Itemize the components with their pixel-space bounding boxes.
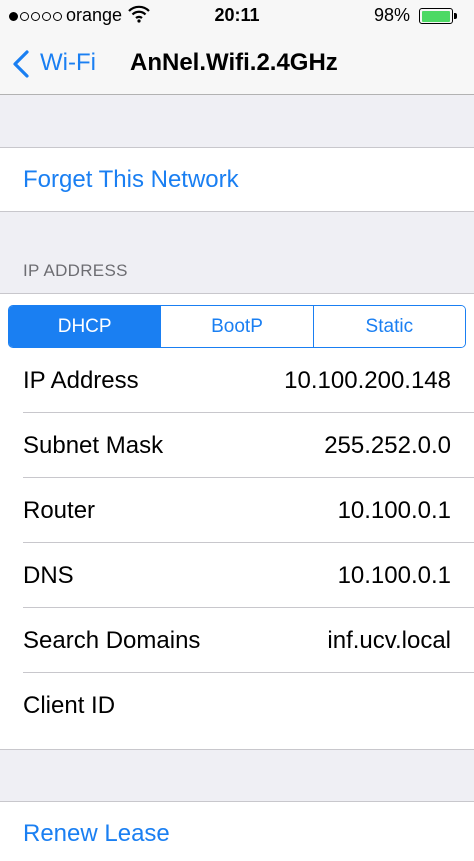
segment-static[interactable]: Static xyxy=(312,306,465,347)
renew-lease-button[interactable]: Renew Lease xyxy=(23,820,170,848)
ip-mode-segmented-control: DHCP BootP Static xyxy=(8,305,466,348)
battery-tip xyxy=(454,13,457,19)
ip-address-section-header: IP ADDRESS xyxy=(23,261,128,280)
chevron-left-icon[interactable] xyxy=(11,49,31,79)
subnet-mask-label: Subnet Mask xyxy=(23,432,164,459)
ip-address-value: 10.100.200.148 xyxy=(284,367,451,394)
forget-network-button[interactable]: Forget This Network xyxy=(23,166,239,194)
client-id-row[interactable]: Client ID xyxy=(0,673,474,738)
back-button[interactable]: Wi-Fi xyxy=(40,49,96,77)
search-domains-value: inf.ucv.local xyxy=(327,627,451,654)
search-domains-label: Search Domains xyxy=(23,627,201,654)
battery-percent: 98% xyxy=(374,5,411,25)
router-label: Router xyxy=(23,497,96,524)
subnet-mask-row[interactable]: Subnet Mask 255.252.0.0 xyxy=(0,413,474,478)
search-domains-row[interactable]: Search Domains inf.ucv.local xyxy=(0,608,474,673)
page-title: AnNel.Wifi.2.4GHz xyxy=(130,49,338,76)
subnet-mask-value: 255.252.0.0 xyxy=(324,432,451,459)
ip-address-label: IP Address xyxy=(23,367,139,394)
dns-row[interactable]: DNS 10.100.0.1 xyxy=(0,543,474,608)
client-id-label: Client ID xyxy=(23,692,116,719)
segment-bootp[interactable]: BootP xyxy=(160,306,313,347)
ip-settings-group: IP Address 10.100.200.148 Subnet Mask 25… xyxy=(0,293,474,750)
router-value: 10.100.0.1 xyxy=(337,497,451,524)
router-row[interactable]: Router 10.100.0.1 xyxy=(0,478,474,543)
battery-icon xyxy=(419,8,453,24)
ip-address-row[interactable]: IP Address 10.100.200.148 xyxy=(0,348,474,413)
segment-dhcp[interactable]: DHCP xyxy=(9,306,161,347)
battery-fill xyxy=(421,10,450,22)
dns-value: 10.100.0.1 xyxy=(337,562,451,589)
dns-label: DNS xyxy=(23,562,74,589)
